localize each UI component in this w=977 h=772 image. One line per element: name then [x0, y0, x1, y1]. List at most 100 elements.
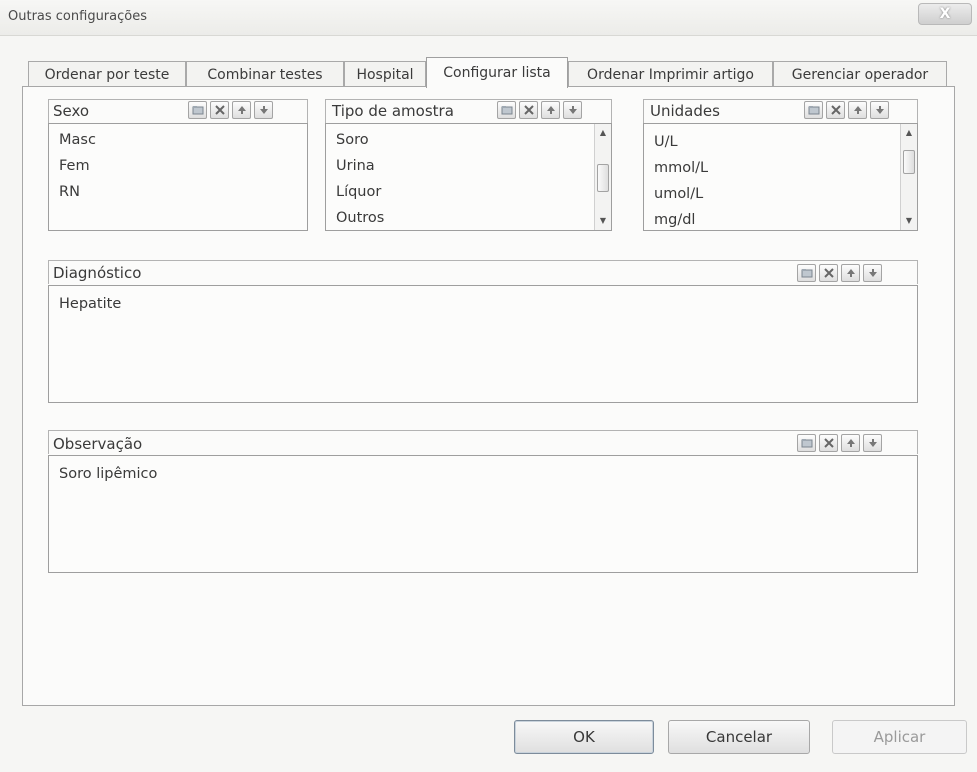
close-icon: X — [939, 6, 951, 22]
tab-configurar-lista[interactable]: Configurar lista — [426, 57, 568, 88]
list-item[interactable]: Outros — [336, 210, 384, 226]
close-button[interactable]: X — [918, 3, 972, 25]
unidades-label: Unidades — [650, 102, 720, 120]
window-title: Outras configurações — [8, 9, 147, 24]
sexo-add-button[interactable] — [188, 101, 207, 119]
scroll-thumb[interactable] — [903, 150, 915, 174]
list-item[interactable]: Líquor — [336, 184, 381, 200]
unidades-add-button[interactable] — [804, 101, 823, 119]
tab-gerenciar-operador[interactable]: Gerenciar operador — [773, 61, 947, 87]
observacao-down-button[interactable] — [863, 434, 882, 452]
unidades-scrollbar[interactable]: ▲ ▼ — [900, 124, 917, 230]
list-item[interactable]: mmol/L — [654, 160, 708, 176]
unidades-up-button[interactable] — [848, 101, 867, 119]
arrow-down-icon — [868, 439, 877, 447]
tipo-amostra-list[interactable]: Soro Urina Líquor Outros ▲ ▼ — [325, 123, 612, 231]
unidades-toolbar — [804, 101, 889, 119]
list-item[interactable]: Soro lipêmico — [59, 466, 157, 482]
ok-button-label: OK — [573, 728, 595, 746]
diagnostico-add-button[interactable] — [797, 264, 816, 282]
tipo-amostra-scrollbar[interactable]: ▲ ▼ — [594, 124, 611, 230]
arrow-up-icon — [546, 106, 555, 114]
tab-label: Hospital — [356, 66, 414, 83]
sexo-label: Sexo — [53, 102, 90, 120]
tab-hospital[interactable]: Hospital — [344, 61, 426, 87]
scroll-thumb[interactable] — [597, 164, 609, 192]
title-bar: Outras configurações X — [0, 0, 977, 36]
list-item[interactable]: umol/L — [654, 186, 703, 202]
list-item[interactable]: Urina — [336, 158, 375, 174]
sexo-up-button[interactable] — [232, 101, 251, 119]
list-item[interactable]: U/L — [654, 134, 678, 150]
delete-x-icon — [214, 105, 225, 115]
observacao-add-button[interactable] — [797, 434, 816, 452]
sexo-toolbar — [188, 101, 273, 119]
delete-x-icon — [823, 268, 834, 278]
delete-x-icon — [823, 438, 834, 448]
diagnostico-down-button[interactable] — [863, 264, 882, 282]
arrow-up-icon — [237, 106, 246, 114]
folder-add-icon — [801, 269, 812, 278]
list-item[interactable]: Hepatite — [59, 296, 121, 312]
delete-x-icon — [523, 105, 534, 115]
observacao-header — [48, 430, 918, 454]
unidades-down-button[interactable] — [870, 101, 889, 119]
diagnostico-list[interactable]: Hepatite — [48, 285, 918, 403]
diagnostico-delete-button[interactable] — [819, 264, 838, 282]
tab-label: Gerenciar operador — [791, 66, 929, 83]
tab-label: Combinar testes — [207, 66, 323, 83]
arrow-up-icon — [846, 269, 855, 277]
diagnostico-label: Diagnóstico — [53, 264, 142, 282]
arrow-down-icon — [568, 106, 577, 114]
diagnostico-up-button[interactable] — [841, 264, 860, 282]
tab-ordenar-por-teste[interactable]: Ordenar por teste — [28, 61, 186, 87]
list-item[interactable]: Masc — [59, 132, 96, 148]
observacao-up-button[interactable] — [841, 434, 860, 452]
arrow-down-icon — [868, 269, 877, 277]
arrow-up-icon — [846, 439, 855, 447]
tipo-amostra-delete-button[interactable] — [519, 101, 538, 119]
observacao-delete-button[interactable] — [819, 434, 838, 452]
tab-label: Configurar lista — [443, 65, 551, 81]
sexo-list[interactable]: Masc Fem RN — [48, 123, 308, 231]
scroll-up-icon[interactable]: ▲ — [901, 126, 917, 140]
tipo-amostra-up-button[interactable] — [541, 101, 560, 119]
diagnostico-toolbar — [797, 264, 882, 282]
tab-label: Ordenar por teste — [44, 66, 170, 83]
list-item[interactable]: Soro — [336, 132, 369, 148]
list-item[interactable]: Fem — [59, 158, 90, 174]
tab-combinar-testes[interactable]: Combinar testes — [186, 61, 344, 87]
diagnostico-header — [48, 260, 918, 284]
folder-add-icon — [192, 106, 203, 115]
arrow-down-icon — [259, 106, 268, 114]
observacao-label: Observação — [53, 435, 143, 453]
apply-button-label: Aplicar — [873, 728, 926, 746]
tipo-amostra-toolbar — [497, 101, 582, 119]
scroll-up-icon[interactable]: ▲ — [595, 126, 611, 140]
unidades-list[interactable]: U/L mmol/L umol/L mg/dl ▲ ▼ — [643, 123, 918, 231]
folder-add-icon — [808, 106, 819, 115]
list-item[interactable]: mg/dl — [654, 212, 695, 228]
sexo-delete-button[interactable] — [210, 101, 229, 119]
unidades-delete-button[interactable] — [826, 101, 845, 119]
cancel-button[interactable]: Cancelar — [668, 720, 810, 754]
folder-add-icon — [801, 439, 812, 448]
delete-x-icon — [830, 105, 841, 115]
scroll-down-icon[interactable]: ▼ — [595, 214, 611, 228]
scroll-down-icon[interactable]: ▼ — [901, 214, 917, 228]
folder-add-icon — [501, 106, 512, 115]
cancel-button-label: Cancelar — [705, 728, 773, 746]
tipo-amostra-down-button[interactable] — [563, 101, 582, 119]
observacao-list[interactable]: Soro lipêmico — [48, 455, 918, 573]
ok-button[interactable]: OK — [514, 720, 654, 754]
sexo-down-button[interactable] — [254, 101, 273, 119]
arrow-down-icon — [875, 106, 884, 114]
observacao-toolbar — [797, 434, 882, 452]
tab-label: Ordenar Imprimir artigo — [587, 66, 754, 83]
tipo-amostra-add-button[interactable] — [497, 101, 516, 119]
list-item[interactable]: RN — [59, 184, 80, 200]
tab-ordenar-imprimir-artigo[interactable]: Ordenar Imprimir artigo — [568, 61, 773, 87]
tipo-amostra-label: Tipo de amostra — [332, 102, 454, 120]
arrow-up-icon — [853, 106, 862, 114]
apply-button[interactable]: Aplicar — [832, 720, 967, 754]
